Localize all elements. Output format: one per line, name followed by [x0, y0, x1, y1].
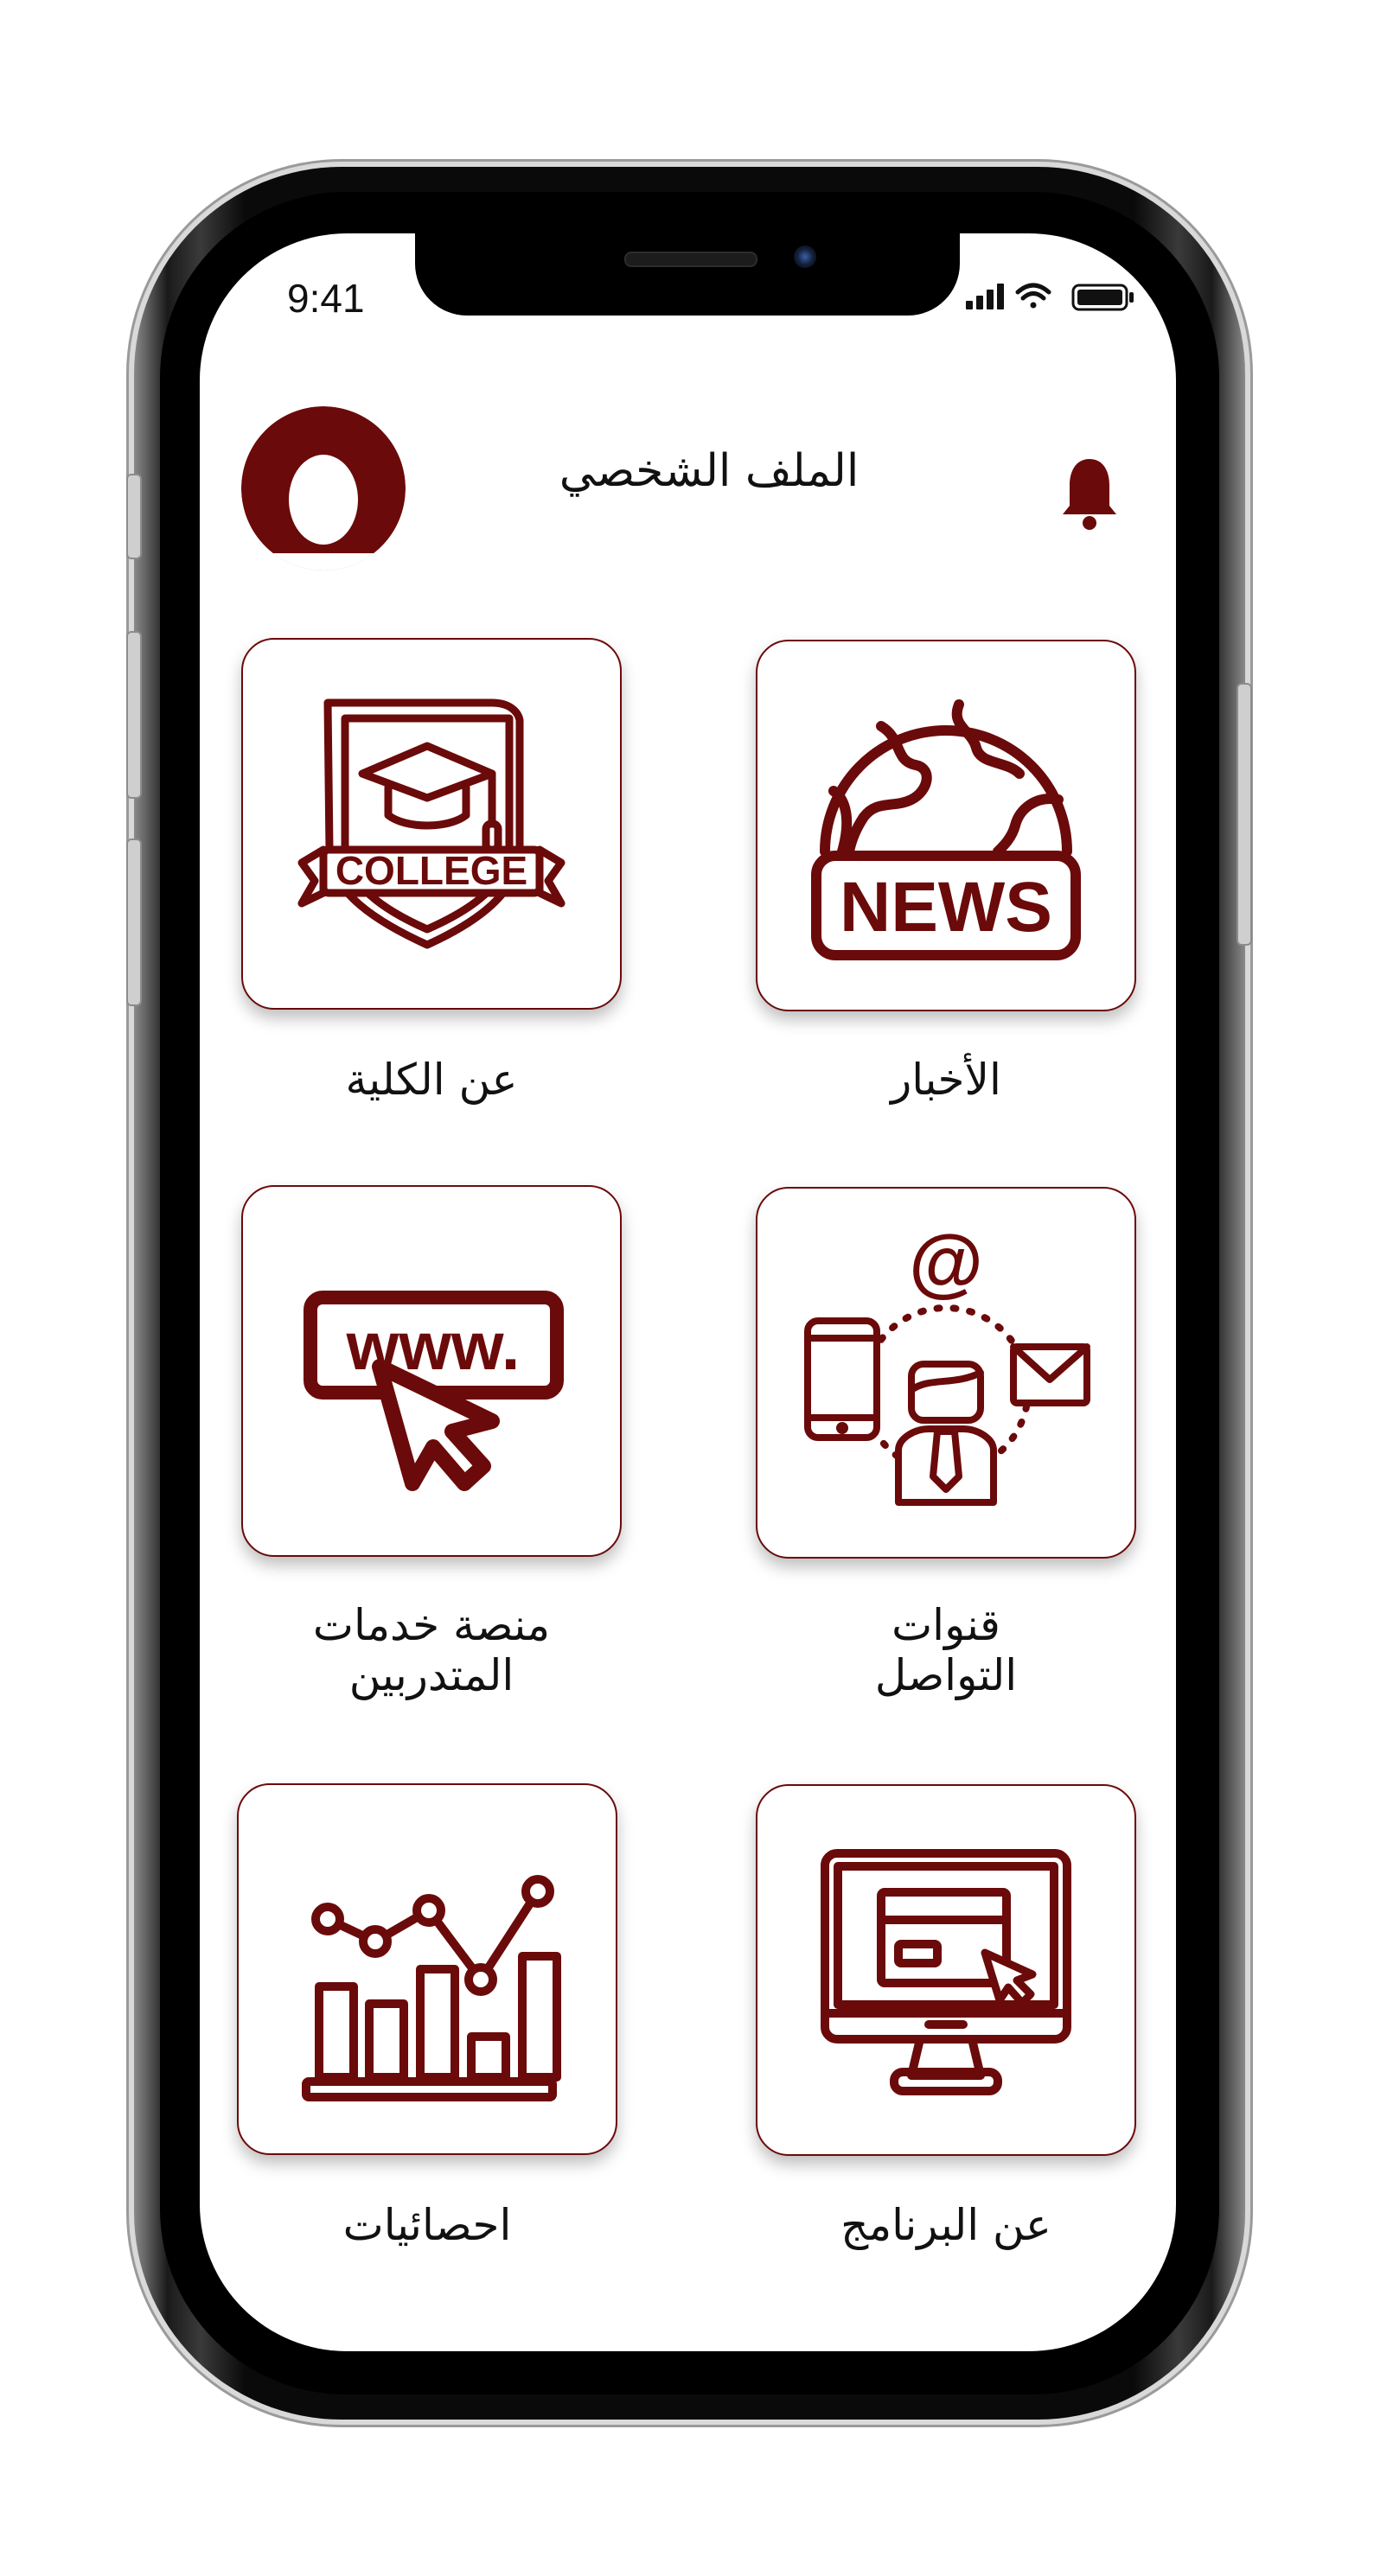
status-icons	[966, 283, 1134, 311]
tile-label-communication: قنوات التواصل	[756, 1600, 1136, 1700]
tile-label-about-program: عن البرنامج	[840, 2200, 1051, 2250]
svg-text:@: @	[909, 1226, 983, 1304]
front-camera	[794, 245, 816, 268]
svg-text:NEWS: NEWS	[840, 868, 1052, 947]
communication-channels-icon: @	[804, 1226, 1090, 1506]
tile-label-communication-line1: قنوات	[892, 1600, 1000, 1650]
tile-label-communication-line2: التواصل	[874, 1650, 1018, 1700]
page-title: الملف الشخصي	[559, 445, 860, 497]
status-time: 9:41	[287, 276, 365, 321]
www-click-icon: www.	[304, 1291, 564, 1491]
avatar[interactable]	[241, 406, 406, 571]
svg-text:COLLEGE: COLLEGE	[336, 848, 527, 893]
user-avatar-icon	[289, 455, 358, 545]
tile-label-college: عن الكلية	[345, 1055, 518, 1105]
bell-icon[interactable]	[1059, 454, 1120, 532]
tile-label-trainee-services-line1: منصة خدمات	[312, 1600, 551, 1650]
monitor-icon	[821, 1849, 1071, 2095]
tile-statistics[interactable]	[237, 1783, 617, 2155]
wifi-icon	[1015, 283, 1051, 309]
tile-label-statistics: احصائيات	[342, 2200, 512, 2250]
power-button	[1237, 683, 1252, 946]
svg-text:www.: www.	[346, 1308, 521, 1384]
battery-icon	[1071, 284, 1134, 311]
tile-communication[interactable]: @	[756, 1187, 1136, 1559]
news-globe-icon: NEWS	[811, 699, 1081, 960]
college-badge-icon: COLLEGE	[297, 698, 566, 949]
notch	[415, 233, 960, 316]
mute-switch	[126, 474, 142, 559]
tile-college[interactable]: COLLEGE	[241, 638, 622, 1010]
tile-news[interactable]: NEWS	[756, 640, 1136, 1011]
statistics-chart-icon	[302, 1875, 561, 2101]
signal-icon	[966, 284, 1004, 309]
tile-label-news: الأخبار	[891, 1055, 1001, 1105]
tile-label-trainee-services: منصة خدمات المتدربين	[241, 1600, 622, 1700]
tile-label-trainee-services-line2: المتدربين	[348, 1650, 514, 1700]
speaker-grille	[624, 252, 757, 267]
tile-trainee-services[interactable]: www.	[241, 1185, 622, 1557]
volume-up-button	[126, 631, 142, 799]
volume-down-button	[126, 838, 142, 1006]
tile-about-program[interactable]	[756, 1784, 1136, 2156]
